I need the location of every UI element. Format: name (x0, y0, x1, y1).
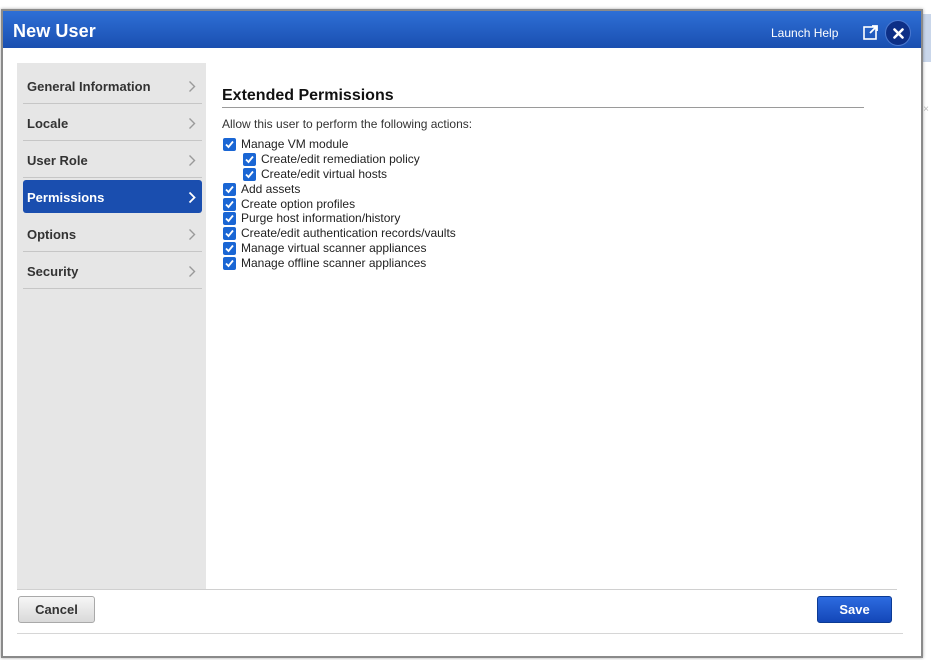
sidebar-item-general-information[interactable]: General Information (23, 68, 202, 104)
footer-bottom-divider (17, 633, 903, 634)
sidebar-item-user-role[interactable]: User Role (23, 142, 202, 178)
permission-label: Manage virtual scanner appliances (241, 241, 427, 255)
sidebar-item-label: Options (27, 227, 77, 242)
checkbox-checked-icon[interactable] (223, 183, 236, 196)
chevron-right-icon (189, 266, 196, 277)
sidebar-item-label: Permissions (27, 190, 105, 205)
sidebar-item-locale[interactable]: Locale (23, 105, 202, 141)
checkbox-checked-icon[interactable] (223, 257, 236, 270)
close-icon (893, 28, 904, 39)
permission-label: Manage offline scanner appliances (241, 256, 427, 270)
checkbox-checked-icon[interactable] (243, 153, 256, 166)
checkbox-checked-icon[interactable] (223, 138, 236, 151)
section-title: Extended Permissions (222, 87, 864, 108)
permission-label: Purge host information/history (241, 211, 401, 225)
checkbox-checked-icon[interactable] (223, 227, 236, 240)
sidebar-item-security[interactable]: Security (23, 253, 202, 289)
sidebar-item-label: Security (27, 264, 79, 279)
background-app-glyph: × (923, 104, 929, 115)
checkbox-checked-icon[interactable] (243, 168, 256, 181)
chevron-right-icon (189, 229, 196, 240)
sidebar-item-label: User Role (27, 153, 88, 168)
sidebar-nav: General Information Locale User Role Per… (17, 63, 206, 589)
chevron-right-icon (189, 155, 196, 166)
footer-divider (17, 589, 897, 590)
dialog-titlebar: New User Launch Help (3, 11, 921, 48)
chevron-right-icon (189, 118, 196, 129)
permission-label: Manage VM module (241, 137, 349, 151)
save-button[interactable]: Save (817, 596, 892, 623)
dialog-title: New User (13, 21, 96, 41)
sidebar-item-label: Locale (27, 116, 69, 131)
sidebar-item-permissions[interactable]: Permissions (23, 180, 202, 213)
checkbox-checked-icon[interactable] (223, 242, 236, 255)
chevron-right-icon (189, 81, 196, 92)
permission-label: Create option profiles (241, 197, 356, 211)
cancel-button[interactable]: Cancel (18, 596, 95, 623)
chevron-right-icon (188, 191, 196, 204)
sidebar-item-label: General Information (27, 79, 151, 94)
checkbox-checked-icon[interactable] (223, 212, 236, 225)
close-button[interactable] (885, 20, 911, 46)
permission-label: Create/edit virtual hosts (261, 167, 388, 181)
new-user-dialog: New User Launch Help General Information… (1, 9, 923, 658)
permission-label: Create/edit remediation policy (261, 152, 420, 166)
popout-icon[interactable] (863, 24, 879, 40)
permission-label: Add assets (241, 182, 301, 196)
permission-label: Create/edit authentication records/vault… (241, 226, 456, 240)
permissions-intro: Allow this user to perform the following… (222, 117, 473, 131)
checkbox-checked-icon[interactable] (223, 198, 236, 211)
launch-help-link[interactable]: Launch Help (771, 26, 838, 40)
sidebar-item-options[interactable]: Options (23, 216, 202, 252)
